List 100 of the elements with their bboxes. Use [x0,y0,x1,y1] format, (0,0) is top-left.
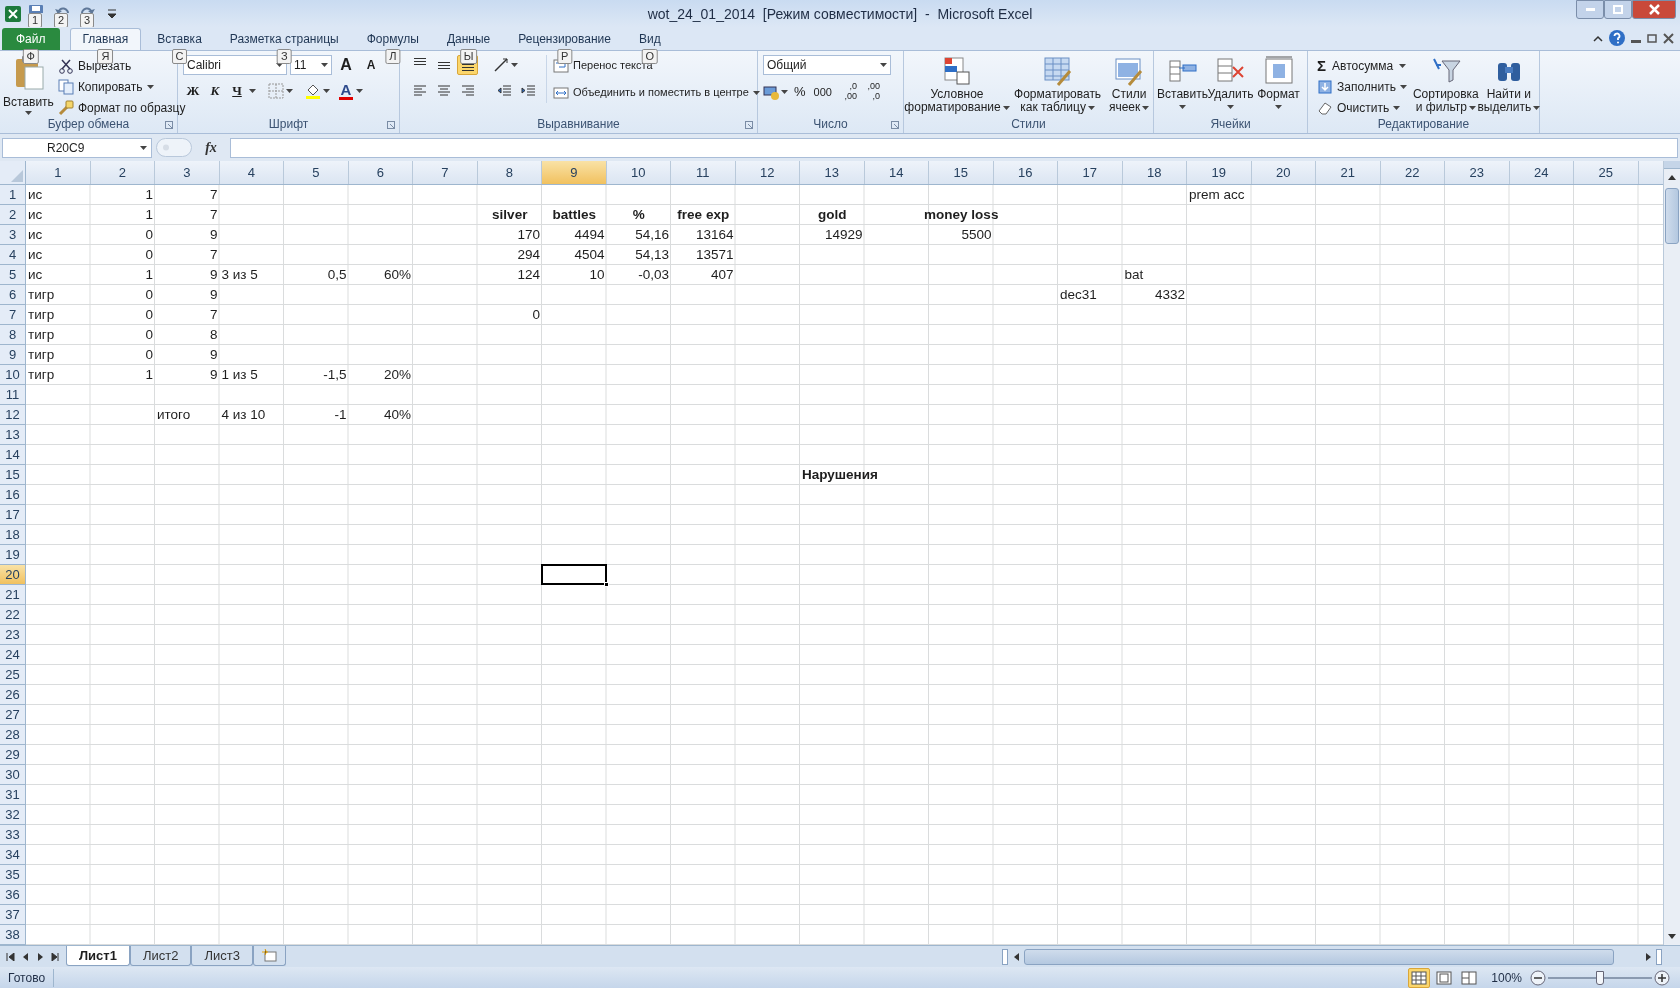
close-button[interactable] [1632,0,1676,19]
insert-function-button[interactable]: fx [196,137,226,158]
column-header[interactable]: 5 [284,161,349,184]
font-color-button[interactable]: A [338,81,363,101]
thousands-button[interactable]: 000 [811,82,834,102]
column-header[interactable]: 8 [477,161,542,184]
font-size-field[interactable]: 11 [290,55,332,75]
vertical-scrollbar[interactable] [1663,161,1680,945]
underline-button[interactable]: Ч [227,81,247,101]
row-header[interactable]: 26 [0,685,26,705]
column-header[interactable]: 12 [735,161,800,184]
row-header[interactable]: 36 [0,885,26,905]
minimize-button[interactable] [1576,0,1604,19]
row-header[interactable]: 35 [0,865,26,885]
scroll-thumb[interactable] [1665,188,1679,244]
slider-thumb[interactable] [1596,971,1604,985]
row-header[interactable]: 7 [0,305,26,325]
column-header[interactable]: 20 [1251,161,1316,184]
column-header[interactable]: 18 [1122,161,1187,184]
zoom-out-button[interactable] [1530,970,1546,986]
column-header[interactable]: 19 [1187,161,1252,184]
insert-sheet-button[interactable] [252,945,286,966]
column-header[interactable]: 11 [671,161,736,184]
column-header[interactable]: 13 [800,161,865,184]
horizontal-scrollbar[interactable] [1002,947,1662,966]
column-header[interactable]: 16 [993,161,1058,184]
decimal-button[interactable]: ,00 ,0 [859,81,880,103]
row-header[interactable]: 21 [0,585,26,605]
row-header[interactable]: 5 [0,265,26,285]
row-header[interactable]: 28 [0,725,26,745]
ribbon-button[interactable]: Сортировка и фильтр [1412,55,1479,115]
ribbon-tab[interactable]: Данные [434,28,503,50]
ribbon-tab[interactable]: Файл [2,28,60,50]
row-header[interactable]: 12 [0,405,26,425]
column-header[interactable]: 1 [26,161,91,184]
ribbon-button[interactable]: Удалить [1207,55,1254,115]
grow-font-button[interactable]: A [335,55,357,75]
ribbon-tab[interactable]: Вставка [145,28,214,50]
row-header[interactable]: 15 [0,465,26,485]
row-header[interactable]: 16 [0,485,26,505]
ribbon-button[interactable]: Формат [1255,55,1302,115]
active-cell[interactable] [541,564,607,585]
ribbon-tab[interactable]: Главная [69,27,142,50]
row-header[interactable]: 38 [0,925,26,945]
borders-button[interactable] [268,81,293,101]
column-header[interactable]: 2 [90,161,155,184]
row-header[interactable]: 18 [0,525,26,545]
sheet-nav-button[interactable] [6,952,15,961]
percent-button[interactable]: % [791,82,809,102]
row-header[interactable]: 22 [0,605,26,625]
row-header[interactable]: 1 [0,185,26,205]
row-header[interactable]: 27 [0,705,26,725]
row-header[interactable]: 11 [0,385,26,405]
decimal-button[interactable]: ,0 ,00 [836,81,857,103]
ribbon-tab[interactable]: Разметка страницы [217,28,351,50]
toolbar-button[interactable]: Σ Автосумма [1315,55,1409,76]
row-header[interactable]: 20 [0,565,26,585]
row-header[interactable]: 37 [0,905,26,925]
row-header[interactable]: 34 [0,845,26,865]
column-header[interactable]: 17 [1058,161,1123,184]
row-header[interactable]: 24 [0,645,26,665]
italic-button[interactable]: К [205,81,225,101]
sheet-nav-button[interactable] [36,952,45,961]
column-header[interactable]: 21 [1316,161,1381,184]
toolbar-button[interactable]: Очистить [1315,97,1409,118]
number-format-field[interactable]: Общий [763,55,891,75]
row-header[interactable]: 25 [0,665,26,685]
row-header[interactable]: 10 [0,365,26,385]
sheet-nav-button[interactable] [21,952,30,961]
column-header[interactable]: 25 [1574,161,1639,184]
sheet-tab[interactable]: Лист3 [191,945,253,966]
toolbar-button[interactable]: Объединить и поместить в центре [551,82,762,103]
column-header[interactable]: 14 [864,161,929,184]
row-header[interactable]: 29 [0,745,26,765]
column-header[interactable]: 4 [219,161,284,184]
row-header[interactable]: 13 [0,425,26,445]
column-header[interactable]: 9 [542,161,607,184]
view-button[interactable] [1408,968,1431,988]
row-header[interactable]: 4 [0,245,26,265]
fill-handle[interactable] [604,582,609,587]
row-header[interactable]: 30 [0,765,26,785]
name-box[interactable]: R20C9 [2,137,152,158]
row-header[interactable]: 8 [0,325,26,345]
formula-input-field[interactable] [230,137,1678,158]
restore-button[interactable] [1604,0,1632,19]
sheet-tab[interactable]: Лист2 [129,945,192,966]
scroll-thumb[interactable] [1024,948,1614,965]
ribbon-tab[interactable]: Формулы [354,28,431,50]
row-header[interactable]: 19 [0,545,26,565]
row-header[interactable]: 9 [0,345,26,365]
column-header[interactable]: 3 [155,161,220,184]
ribbon-button[interactable]: Найти и выделить [1478,55,1539,115]
sheet-nav-button[interactable] [51,952,60,961]
ribbon-tab[interactable]: Рецензирование [506,28,623,50]
column-header[interactable]: 23 [1445,161,1510,184]
column-header[interactable]: 22 [1380,161,1445,184]
row-header[interactable]: 3 [0,225,26,245]
row-header[interactable]: 23 [0,625,26,645]
shrink-font-button[interactable]: A [360,55,382,75]
sheet-tab[interactable]: Лист1 [66,945,130,966]
